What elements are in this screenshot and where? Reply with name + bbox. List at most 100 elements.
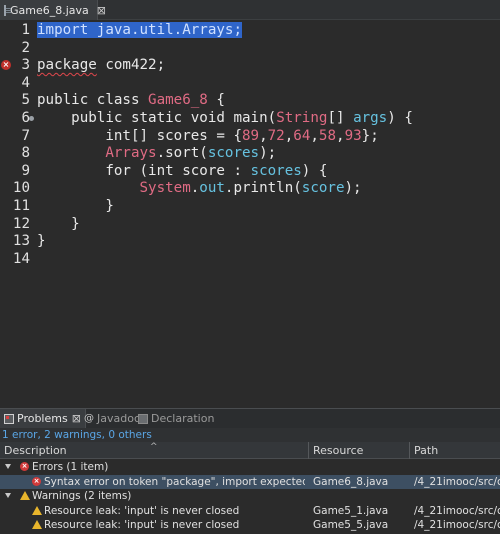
code-line[interactable]: 12 } (0, 216, 500, 234)
code-line[interactable]: 13} (0, 233, 500, 251)
problems-table: Description ^ Resource Path × Errors (1 i… (0, 442, 500, 534)
line-number: 8 (21, 145, 30, 162)
problem-resource: Game5_5.java (313, 519, 389, 532)
tab-javadoc[interactable]: @ Javadoc (80, 409, 140, 428)
code-token: System (139, 180, 191, 197)
code-token: } (37, 198, 114, 214)
tab-declaration[interactable]: Declaration (134, 409, 214, 428)
code-token: , (336, 127, 345, 144)
code-token: scores (250, 162, 302, 179)
problem-path: /4_21imooc/src/c... (414, 519, 500, 532)
code-token: scores (207, 145, 260, 162)
code-text: package com422; (37, 57, 165, 75)
code-line[interactable]: 6 public static void main(String[] args)… (0, 110, 500, 128)
column-header-resource[interactable]: Resource (309, 442, 410, 459)
fold-toggle-icon[interactable] (29, 116, 34, 121)
expand-chevron-icon[interactable] (5, 493, 11, 499)
line-number: 5 (21, 92, 30, 109)
problems-summary: 1 error, 2 warnings, 0 others (2, 429, 152, 441)
problem-group-row[interactable]: Warnings (2 items) (0, 489, 500, 504)
problem-description: Resource leak: 'input' is never closed (44, 519, 240, 532)
code-token: { (207, 92, 225, 109)
code-line[interactable]: 3 × package com422; (0, 57, 500, 75)
code-text: public class Game6_8 { (37, 92, 225, 110)
code-token: for (int score : (37, 162, 251, 179)
code-token: , (284, 127, 294, 144)
code-token: .println( (224, 180, 302, 197)
at-sign-icon: @ (84, 412, 94, 424)
code-line[interactable]: 11 } (0, 198, 500, 216)
code-token: } (37, 215, 80, 232)
code-token: com422; (96, 57, 166, 74)
java-file-icon (4, 4, 11, 16)
column-label: Description (4, 444, 67, 457)
code-token: , (259, 127, 268, 144)
code-token: main (233, 110, 268, 126)
code-token: String (276, 110, 328, 126)
line-number: 13 (12, 233, 30, 250)
code-line[interactable]: 9 for (int score : scores) { (0, 163, 500, 181)
line-number: 4 (21, 74, 30, 91)
code-token: import java.util.Arrays; (37, 22, 242, 38)
code-text: } (37, 233, 46, 251)
code-line[interactable]: 2 (0, 40, 500, 58)
code-token: }; (361, 127, 379, 144)
code-line[interactable]: 1 import java.util.Arrays; (0, 22, 500, 40)
code-token: ) { (387, 110, 413, 126)
line-number: 7 (21, 127, 30, 144)
problems-icon (4, 413, 14, 424)
code-token: . (190, 180, 200, 197)
code-line[interactable]: 7 int[] scores = {89,72,64,58,93}; (0, 128, 500, 146)
problem-row[interactable]: Resource leak: 'input' is never closed Ga… (0, 518, 500, 533)
code-line[interactable]: 8 Arrays.sort(scores); (0, 145, 500, 163)
code-text: import java.util.Arrays; (37, 22, 242, 40)
code-token: ); (344, 180, 362, 197)
declaration-icon (138, 413, 148, 424)
sort-ascending-icon: ^ (150, 442, 158, 452)
code-token: 58 (318, 127, 337, 144)
code-text: Arrays.sort(scores); (37, 145, 276, 163)
tab-declaration-label: Declaration (151, 412, 215, 425)
line-number: 1 (21, 22, 30, 38)
table-header: Description ^ Resource Path (0, 442, 500, 459)
tab-problems[interactable]: Problems ⊠ (0, 409, 86, 428)
problems-panel: Problems ⊠ @ Javadoc Declaration 1 error… (0, 408, 500, 534)
line-number: 9 (21, 162, 30, 179)
code-token: args (353, 110, 388, 126)
code-token: int[] scores = { (37, 127, 242, 144)
code-line[interactable]: 5 public class Game6_8 { (0, 92, 500, 110)
code-token: 64 (293, 127, 311, 144)
problem-group-row[interactable]: × Errors (1 item) (0, 460, 500, 475)
editor-tab-game6-8[interactable]: Game6_8.java ⊠ (0, 0, 106, 20)
code-token: [] (327, 110, 354, 126)
problem-description: Warnings (2 items) (32, 490, 132, 503)
error-icon: × (32, 476, 41, 486)
code-token: score (301, 180, 345, 197)
code-token: public static void (37, 110, 234, 126)
problem-resource: Game6_8.java (313, 475, 389, 488)
problem-description: Syntax error on token "package", import … (44, 475, 305, 488)
line-number: 11 (12, 198, 30, 214)
close-icon[interactable]: ⊠ (97, 4, 106, 17)
code-editor[interactable]: 1 import java.util.Arrays; 2 3 × package com4… (0, 21, 500, 408)
problem-path: /4_21imooc/src/c... (414, 504, 500, 517)
editor-tab-label: Game6_8.java (10, 3, 89, 17)
code-text: int[] scores = {89,72,64,58,93}; (37, 127, 379, 146)
code-line[interactable]: 4 (0, 75, 500, 93)
problem-row[interactable]: Resource leak: 'input' is never closed Ga… (0, 504, 500, 519)
problem-description: Resource leak: 'input' is never closed (44, 504, 240, 517)
code-text: System.out.println(score); (37, 180, 362, 198)
code-line[interactable]: 10 System.out.println(score); (0, 180, 500, 198)
expand-chevron-icon[interactable] (5, 464, 11, 469)
editor-tab-bar: Game6_8.java ⊠ (0, 0, 500, 20)
code-token: ) { (301, 162, 328, 179)
code-token: 93 (344, 127, 362, 144)
column-header-path[interactable]: Path (410, 442, 500, 459)
code-token: } (37, 233, 46, 250)
code-line[interactable]: 14 (0, 251, 500, 269)
problem-row[interactable]: × Syntax error on token "package", import… (0, 474, 500, 490)
code-token: , (310, 127, 319, 144)
line-number: 12 (12, 215, 30, 232)
column-header-description[interactable]: Description ^ (0, 442, 309, 459)
code-text: } (37, 216, 80, 234)
